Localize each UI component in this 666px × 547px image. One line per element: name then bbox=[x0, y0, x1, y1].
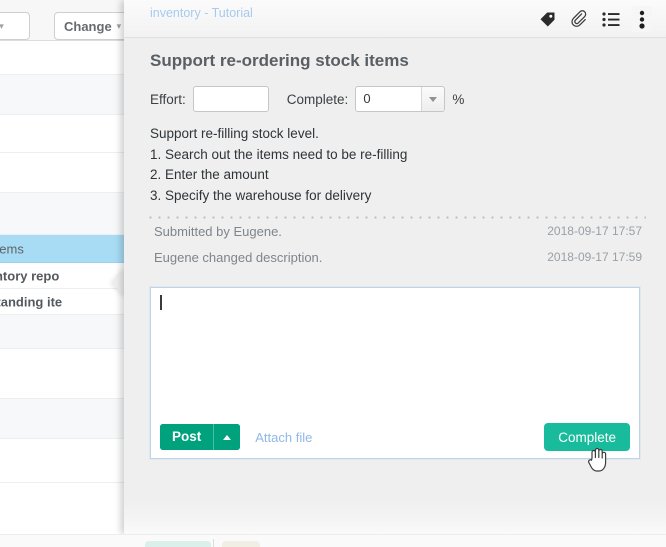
faded-secondary-button[interactable] bbox=[222, 541, 260, 547]
chevron-down-icon[interactable] bbox=[421, 87, 445, 111]
list-icon[interactable] bbox=[600, 8, 622, 30]
description-line: 3. Specify the warehouse for delivery bbox=[150, 187, 372, 203]
history-text: Submitted by Eugene. bbox=[154, 224, 282, 239]
change-dropdown-button[interactable]: Change ▾ bbox=[54, 12, 130, 40]
list-item-label: g stock items bbox=[0, 241, 24, 256]
list-item-label: ing outstanding ite bbox=[0, 294, 63, 309]
task-fields-row: Effort: Complete: 0 % bbox=[150, 86, 464, 112]
history-text: Eugene changed description. bbox=[154, 250, 323, 265]
complete-percent-value: 0 bbox=[363, 91, 371, 106]
chevron-down-icon: ▾ bbox=[0, 21, 4, 31]
bottom-faded-toolbar bbox=[0, 534, 666, 547]
description-line: Support re-filling stock level. bbox=[150, 126, 319, 141]
change-dropdown-label: Change bbox=[64, 19, 112, 34]
task-history-list: Submitted by Eugene. 2018-09-17 17:57 Euge… bbox=[124, 224, 666, 276]
list-item-label: ing inventory repo bbox=[0, 268, 60, 283]
complete-label: Complete: bbox=[286, 91, 349, 107]
description-line: 1. Search out the items need to be re-fi… bbox=[150, 146, 408, 162]
comment-input[interactable] bbox=[151, 288, 639, 416]
history-row: Eugene changed description. 2018-09-17 17… bbox=[124, 250, 666, 276]
divider bbox=[213, 539, 214, 547]
complete-percent-select[interactable]: 0 bbox=[355, 86, 446, 112]
more-vertical-icon[interactable] bbox=[632, 6, 652, 32]
post-button[interactable]: Post bbox=[160, 424, 214, 450]
complete-button[interactable]: Complete bbox=[544, 423, 630, 451]
faded-primary-button[interactable] bbox=[145, 541, 211, 547]
effort-label: Effort: bbox=[150, 91, 186, 107]
task-description: Support re-filling stock level. 1. Search… bbox=[150, 124, 610, 206]
effort-input[interactable] bbox=[192, 86, 269, 112]
chevron-up-icon[interactable] bbox=[213, 424, 241, 450]
filter-dropdown-button[interactable]: er▾ bbox=[0, 12, 30, 40]
attach-file-link[interactable]: Attach file bbox=[255, 430, 312, 445]
composer-toolbar: Post Attach file Complete bbox=[151, 416, 639, 458]
description-line: 2. Enter the amount bbox=[150, 167, 269, 182]
chevron-down-icon: ▾ bbox=[116, 21, 122, 31]
panel-header: inventory - Tutorial bbox=[124, 0, 666, 38]
history-row: Submitted by Eugene. 2018-09-17 17:57 bbox=[124, 224, 666, 250]
paperclip-icon[interactable] bbox=[568, 8, 590, 30]
page-title: Support re-ordering stock items bbox=[150, 51, 409, 70]
divider bbox=[146, 216, 646, 219]
breadcrumb[interactable]: inventory - Tutorial bbox=[150, 6, 253, 20]
task-detail-panel: inventory - Tutorial Support re-ordering… bbox=[124, 0, 666, 534]
comment-composer: Post Attach file Complete bbox=[150, 287, 640, 459]
percent-symbol: % bbox=[452, 91, 465, 107]
post-button-group: Post bbox=[160, 424, 241, 450]
text-caret bbox=[160, 295, 162, 310]
history-timestamp: 2018-09-17 17:57 bbox=[547, 224, 642, 238]
history-timestamp: 2018-09-17 17:59 bbox=[547, 250, 642, 264]
panel-header-icons bbox=[536, 6, 652, 32]
tag-icon[interactable] bbox=[536, 8, 558, 30]
